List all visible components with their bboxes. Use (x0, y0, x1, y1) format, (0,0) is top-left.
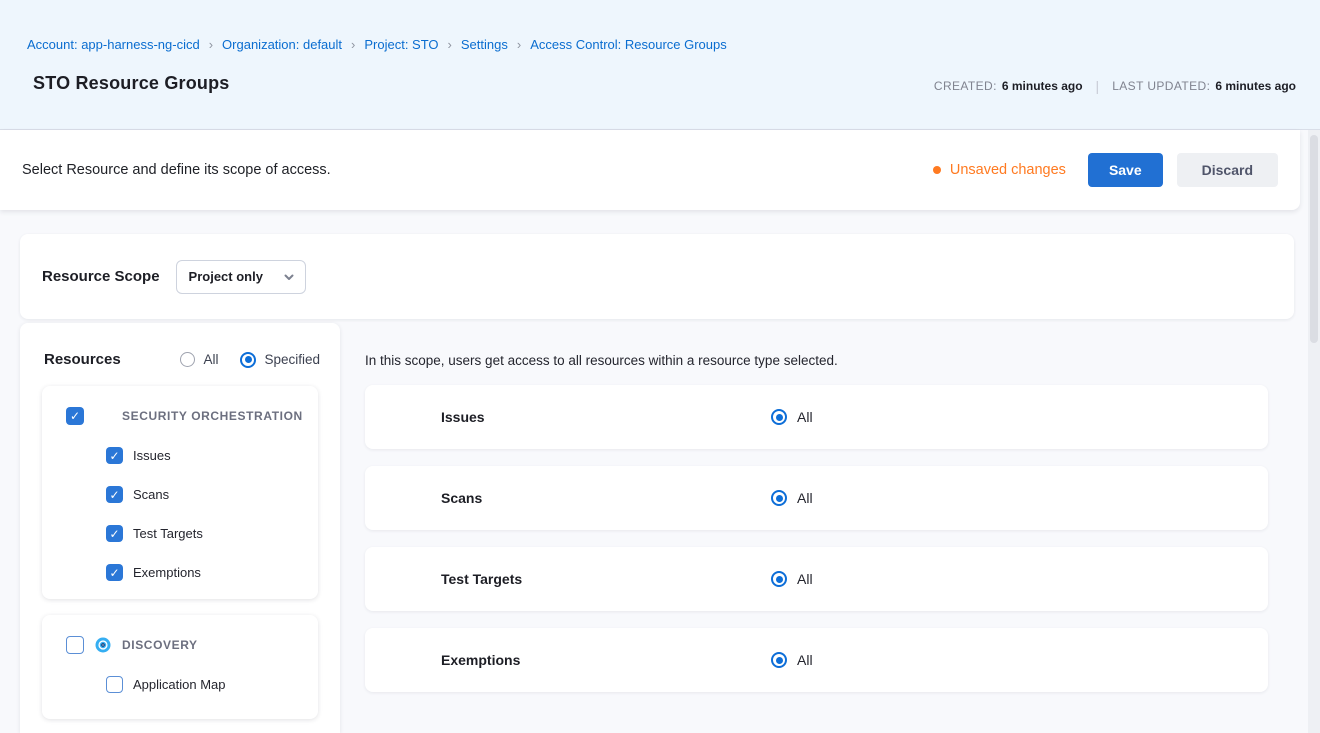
resource-group-discovery: DISCOVERY Application Map (42, 615, 318, 719)
tree-item-test-targets[interactable]: ✓ Test Targets (106, 525, 308, 542)
exemptions-checkbox[interactable]: ✓ (106, 564, 123, 581)
scrollbar-thumb[interactable] (1310, 135, 1318, 343)
scope-description: In this scope, users get access to all r… (365, 353, 1268, 368)
sto-shield-icon (385, 483, 415, 513)
breadcrumb: Account: app-harness-ng-cicd › Organizat… (27, 37, 1296, 52)
test-targets-access-radio-control[interactable] (771, 571, 787, 587)
issues-access-label: All (797, 409, 813, 425)
resource-scope-card: Resource Scope Project only (20, 234, 1294, 319)
security-orchestration-checkbox[interactable]: ✓ (66, 407, 84, 425)
resource-scope-selected-value: Project only (189, 269, 283, 284)
discovery-label: DISCOVERY (122, 638, 198, 652)
vertical-scrollbar[interactable] (1308, 130, 1320, 733)
page-title: STO Resource Groups (33, 73, 230, 94)
breadcrumb-separator: › (517, 37, 521, 52)
radio-all[interactable]: All (180, 352, 218, 367)
issues-checkbox[interactable]: ✓ (106, 447, 123, 464)
resources-panel: Resources All Specified ✓ SECURITY ORCHE… (20, 323, 340, 733)
test-targets-access-label: All (797, 571, 813, 587)
scans-label: Scans (133, 487, 169, 502)
discovery-checkbox[interactable] (66, 636, 84, 654)
breadcrumb-account-link[interactable]: Account: app-harness-ng-cicd (27, 37, 200, 52)
exemptions-access-label: All (797, 652, 813, 668)
resource-row-name: Test Targets (441, 571, 771, 587)
discovery-icon (94, 636, 112, 654)
created-updated-meta: CREATED: 6 minutes ago | LAST UPDATED: 6… (934, 78, 1296, 94)
radio-specified[interactable]: Specified (240, 352, 320, 368)
toolbar-description: Select Resource and define its scope of … (22, 162, 933, 178)
resource-group-security-orchestration: ✓ SECURITY ORCHESTRATION ✓ Issues ✓ Scan… (42, 386, 318, 599)
resource-row-name: Scans (441, 490, 771, 506)
tree-item-application-map[interactable]: Application Map (106, 676, 308, 693)
scans-access-label: All (797, 490, 813, 506)
breadcrumb-access-control-link[interactable]: Access Control: Resource Groups (530, 37, 727, 52)
resource-row-issues: Issues All (365, 385, 1268, 449)
toolbar: Select Resource and define its scope of … (0, 130, 1300, 210)
scans-access-radio-control[interactable] (771, 490, 787, 506)
resource-scope-select[interactable]: Project only (176, 260, 306, 294)
application-map-checkbox[interactable] (106, 676, 123, 693)
test-targets-label: Test Targets (133, 526, 203, 541)
tree-item-scans[interactable]: ✓ Scans (106, 486, 308, 503)
breadcrumb-settings-link[interactable]: Settings (461, 37, 508, 52)
resource-row-name: Exemptions (441, 652, 771, 668)
issues-access-radio[interactable]: All (771, 409, 813, 425)
sto-shield-icon (385, 402, 415, 432)
created-label: CREATED: (934, 79, 997, 93)
resources-title: Resources (44, 351, 121, 368)
scans-access-radio[interactable]: All (771, 490, 813, 506)
radio-specified-control[interactable] (240, 352, 256, 368)
sto-shield-icon (385, 564, 415, 594)
unsaved-dot-icon (933, 166, 941, 174)
breadcrumb-project-link[interactable]: Project: STO (364, 37, 438, 52)
breadcrumb-organization-link[interactable]: Organization: default (222, 37, 342, 52)
page-header: Account: app-harness-ng-cicd › Organizat… (0, 0, 1320, 130)
resource-row-test-targets: Test Targets All (365, 547, 1268, 611)
issues-label: Issues (133, 448, 171, 463)
breadcrumb-separator: › (448, 37, 452, 52)
breadcrumb-separator: › (209, 37, 213, 52)
application-map-label: Application Map (133, 677, 226, 692)
tree-item-issues[interactable]: ✓ Issues (106, 447, 308, 464)
resource-row-name: Issues (441, 409, 771, 425)
radio-specified-label: Specified (264, 352, 320, 367)
exemptions-access-radio[interactable]: All (771, 652, 813, 668)
issues-access-radio-control[interactable] (771, 409, 787, 425)
last-updated-value: 6 minutes ago (1215, 79, 1296, 93)
save-button[interactable]: Save (1088, 153, 1163, 187)
radio-all-label: All (203, 352, 218, 367)
exemptions-access-radio-control[interactable] (771, 652, 787, 668)
sto-shield-icon (94, 407, 112, 425)
test-targets-checkbox[interactable]: ✓ (106, 525, 123, 542)
sto-shield-icon (385, 645, 415, 675)
unsaved-changes-label: Unsaved changes (950, 162, 1066, 178)
meta-divider: | (1096, 78, 1100, 94)
tree-item-exemptions[interactable]: ✓ Exemptions (106, 564, 308, 581)
last-updated-label: LAST UPDATED: (1112, 79, 1210, 93)
scope-access-panel: In this scope, users get access to all r… (340, 323, 1320, 692)
security-orchestration-label: SECURITY ORCHESTRATION (122, 409, 303, 423)
discard-button[interactable]: Discard (1177, 153, 1278, 187)
resource-row-exemptions: Exemptions All (365, 628, 1268, 692)
resource-scope-label: Resource Scope (42, 268, 160, 285)
exemptions-label: Exemptions (133, 565, 201, 580)
scans-checkbox[interactable]: ✓ (106, 486, 123, 503)
test-targets-access-radio[interactable]: All (771, 571, 813, 587)
breadcrumb-separator: › (351, 37, 355, 52)
chevron-down-icon (283, 271, 295, 283)
resource-row-scans: Scans All (365, 466, 1268, 530)
radio-all-control[interactable] (180, 352, 195, 367)
created-value: 6 minutes ago (1002, 79, 1083, 93)
unsaved-changes-status: Unsaved changes (933, 162, 1066, 178)
